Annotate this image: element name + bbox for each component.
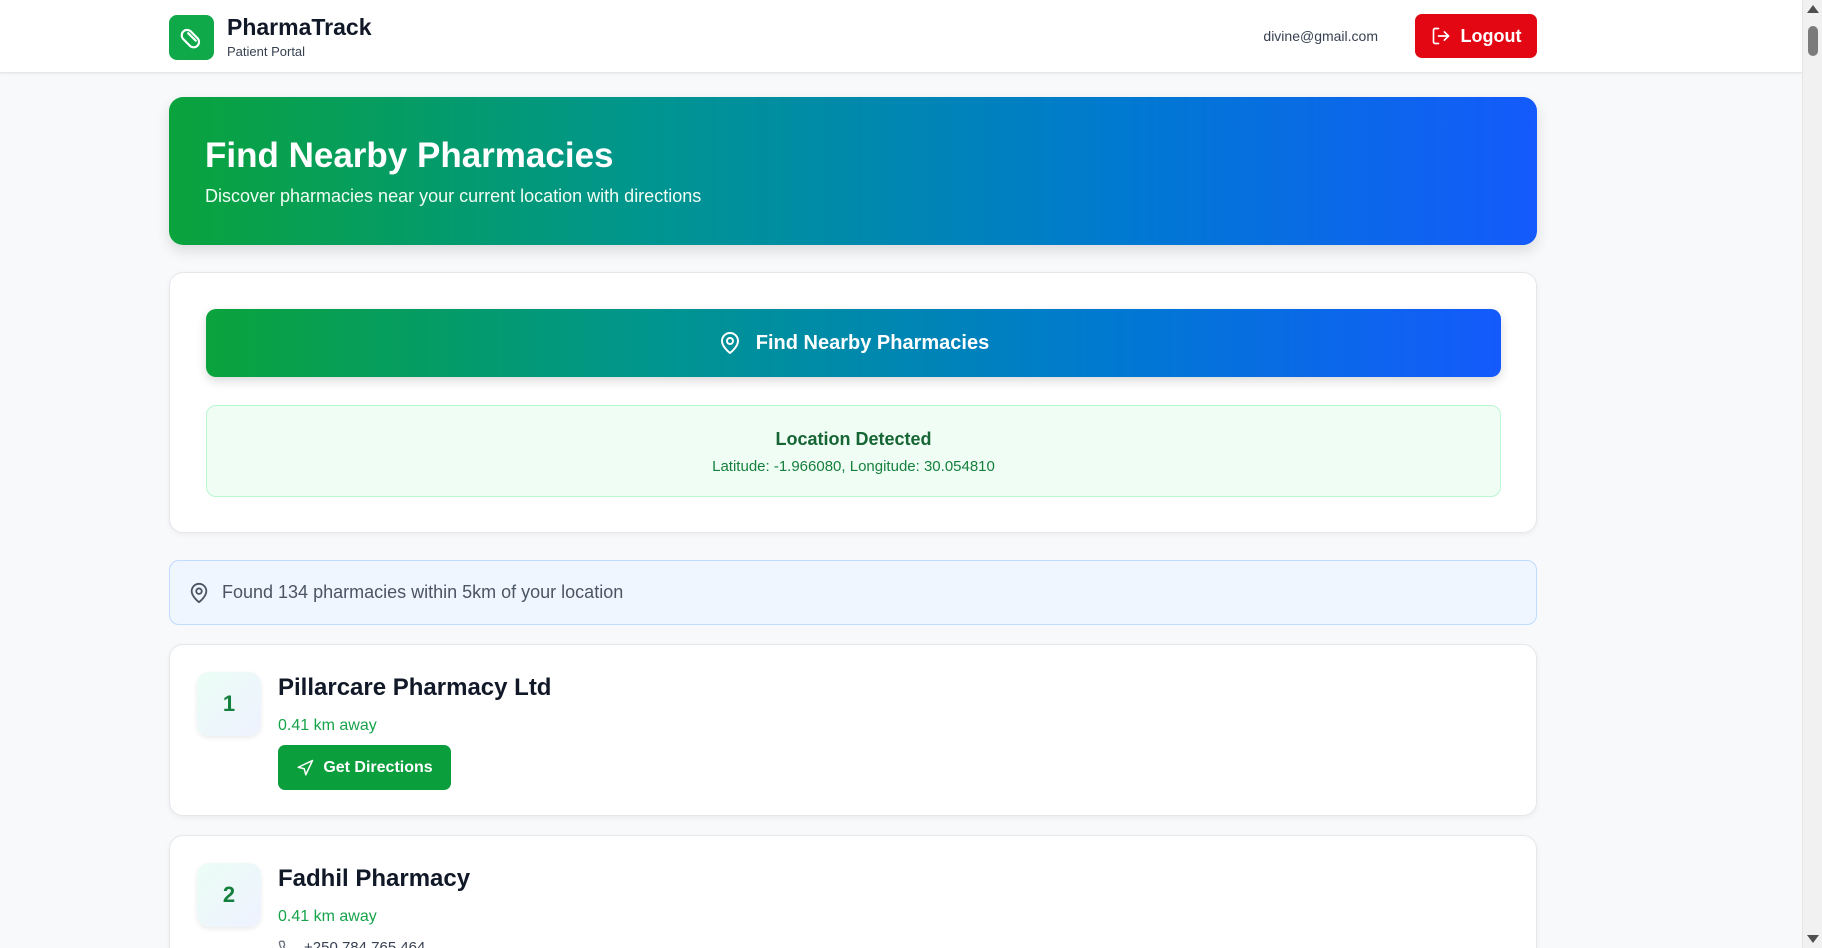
location-finder-card: Find Nearby Pharmacies Location Detected… bbox=[169, 272, 1537, 533]
location-coordinates: Latitude: -1.966080, Longitude: 30.05481… bbox=[712, 458, 995, 475]
scroll-up-arrow-icon[interactable] bbox=[1807, 5, 1819, 13]
scrollbar-thumb[interactable] bbox=[1808, 26, 1818, 56]
location-detected-title: Location Detected bbox=[775, 429, 932, 449]
hero-banner: Find Nearby Pharmacies Discover pharmaci… bbox=[169, 97, 1537, 245]
navigation-icon bbox=[297, 759, 314, 775]
pharmacy-card: 1 Pillarcare Pharmacy Ltd 0.41 km away G… bbox=[169, 644, 1537, 816]
pharmacy-phone[interactable]: +250 784 765 464 bbox=[278, 939, 425, 948]
pharmacy-distance: 0.41 km away bbox=[278, 717, 377, 734]
pharmacy-name: Fadhil Pharmacy bbox=[278, 865, 471, 892]
page-title: Find Nearby Pharmacies bbox=[205, 136, 614, 175]
app-name: PharmaTrack bbox=[227, 14, 372, 40]
results-summary-banner: Found 134 pharmacies within 5km of your … bbox=[169, 560, 1537, 625]
pharmacy-rank: 2 bbox=[197, 863, 261, 927]
pharmacy-card: 2 Fadhil Pharmacy 0.41 km away +250 784 … bbox=[169, 835, 1537, 948]
map-pin-icon bbox=[720, 332, 739, 354]
page-scrollbar[interactable] bbox=[1802, 0, 1822, 948]
get-directions-label: Get Directions bbox=[323, 758, 433, 776]
user-email: divine@gmail.com bbox=[1263, 28, 1378, 44]
logout-button[interactable]: Logout bbox=[1415, 14, 1537, 58]
logout-icon bbox=[1432, 27, 1449, 45]
pill-icon bbox=[169, 14, 214, 60]
brand[interactable]: PharmaTrack Patient Portal bbox=[169, 13, 371, 61]
pharmacy-name: Pillarcare Pharmacy Ltd bbox=[278, 674, 552, 701]
find-button-label: Find Nearby Pharmacies bbox=[755, 331, 990, 354]
results-summary-text: Found 134 pharmacies within 5km of your … bbox=[222, 582, 624, 602]
phone-icon bbox=[278, 940, 286, 948]
app-subtitle: Patient Portal bbox=[227, 44, 306, 59]
pharmacy-phone-number: +250 784 765 464 bbox=[304, 939, 426, 948]
top-navbar: PharmaTrack Patient Portal divine@gmail.… bbox=[0, 0, 1802, 73]
logout-label: Logout bbox=[1460, 25, 1522, 46]
find-nearby-pharmacies-button[interactable]: Find Nearby Pharmacies bbox=[206, 309, 1501, 377]
get-directions-button[interactable]: Get Directions bbox=[278, 745, 451, 790]
page-subtitle: Discover pharmacies near your current lo… bbox=[205, 186, 702, 206]
scroll-down-arrow-icon[interactable] bbox=[1807, 935, 1819, 943]
location-detected-panel: Location Detected Latitude: -1.966080, L… bbox=[206, 405, 1501, 497]
pharmacy-rank: 1 bbox=[197, 672, 261, 736]
map-pin-icon bbox=[190, 582, 208, 603]
pharmacy-distance: 0.41 km away bbox=[278, 908, 377, 925]
